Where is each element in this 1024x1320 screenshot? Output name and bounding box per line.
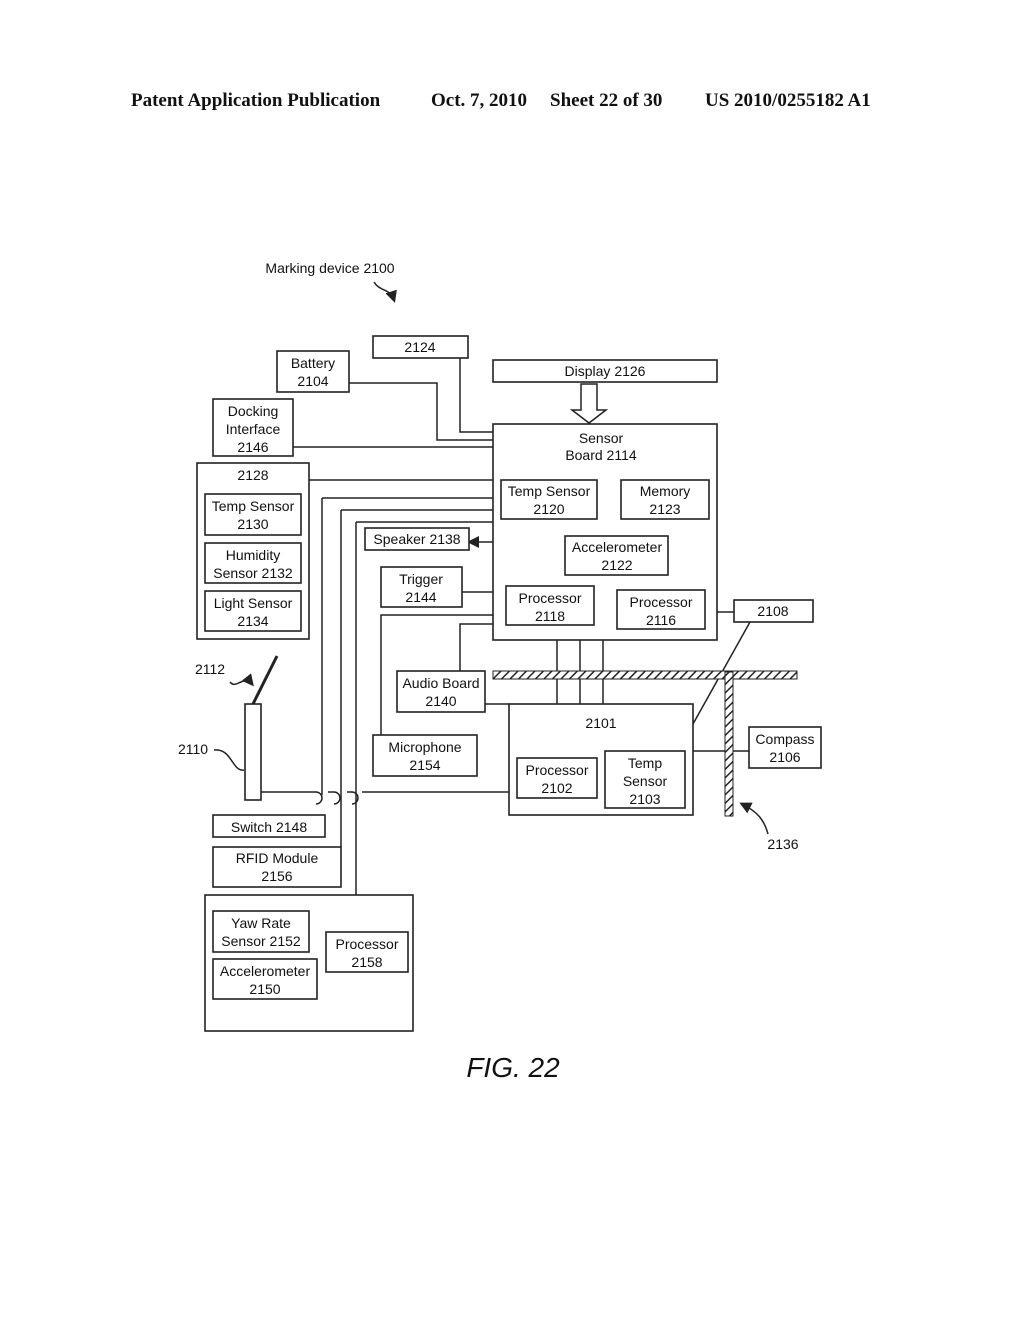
label-display: Display 2126 (565, 363, 646, 379)
frame-vertical-hatched (724, 671, 734, 817)
label-docking-line1: Docking (228, 403, 279, 419)
block-diagram: Marking device 2100 2124 Battery 2104 Di… (178, 260, 822, 1083)
label-memory-name: Memory (640, 483, 691, 499)
label-proc2118-name: Processor (518, 590, 581, 606)
label-temp2103-number: 2103 (629, 791, 660, 807)
label-2108: 2108 (757, 603, 788, 619)
label-2124: 2124 (404, 339, 435, 355)
label-proc2116-number: 2116 (646, 612, 676, 628)
label-docking-line2: Interface (226, 421, 281, 437)
label-audio-number: 2140 (425, 693, 456, 709)
label-audio-name: Audio Board (402, 675, 479, 691)
label-temp2103-line2: Sensor (623, 773, 668, 789)
label-callout-2112: 2112 (195, 661, 225, 677)
label-temp2130-number: 2130 (237, 516, 268, 532)
label-memory-number: 2123 (649, 501, 680, 517)
label-temp2103-line1: Temp (628, 755, 662, 771)
label-temp2120-name: Temp Sensor (508, 483, 591, 499)
line-2124-to-sensor-board (459, 358, 493, 433)
label-callout-2136: 2136 (767, 836, 798, 852)
label-proc2158-number: 2158 (351, 954, 382, 970)
callout-arrow-2100 (373, 281, 397, 303)
label-yaw-line1: Yaw Rate (231, 915, 291, 931)
label-accel2122-number: 2122 (601, 557, 632, 573)
label-proc2118-number: 2118 (535, 608, 565, 624)
label-speaker: Speaker 2138 (373, 531, 460, 547)
antenna-icon (251, 655, 279, 705)
display-arrow-icon (569, 383, 609, 424)
label-2101: 2101 (585, 715, 616, 731)
label-rfid-name: RFID Module (236, 850, 319, 866)
label-light-number: 2134 (237, 613, 268, 629)
label-battery-name: Battery (291, 355, 335, 371)
housing-2110 (244, 703, 262, 801)
label-marking-device: Marking device 2100 (265, 260, 394, 276)
label-microphone-number: 2154 (409, 757, 440, 773)
label-compass-name: Compass (755, 731, 814, 747)
label-docking-number: 2146 (237, 439, 268, 455)
label-callout-2110: 2110 (178, 741, 208, 757)
label-microphone-name: Microphone (388, 739, 461, 755)
label-compass-number: 2106 (769, 749, 800, 765)
callout-arrow-2112 (229, 673, 254, 687)
label-rfid-number: 2156 (261, 868, 292, 884)
figure-caption: FIG. 22 (466, 1052, 560, 1083)
label-temp2120-number: 2120 (533, 501, 564, 517)
label-sensor-board-line2: Board 2114 (565, 447, 637, 463)
label-accel2122-name: Accelerometer (572, 539, 663, 555)
line-audio-to-sensor-board (459, 623, 493, 671)
label-switch: Switch 2148 (231, 819, 307, 835)
label-humidity-line2: Sensor 2132 (213, 565, 293, 581)
line-housing-to-2101 (261, 791, 509, 805)
label-proc2158-name: Processor (335, 936, 398, 952)
label-accel2150-name: Accelerometer (220, 963, 311, 979)
label-proc2116-name: Processor (629, 594, 692, 610)
label-humidity-line1: Humidity (226, 547, 280, 563)
label-trigger-name: Trigger (399, 571, 443, 587)
frame-horizontal-hatched (492, 670, 798, 680)
label-light-name: Light Sensor (214, 595, 293, 611)
label-battery-number: 2104 (297, 373, 328, 389)
label-accel2150-number: 2150 (249, 981, 280, 997)
callout-arrow-2136 (739, 802, 769, 835)
label-proc2102-number: 2102 (541, 780, 572, 796)
callout-line-2110 (213, 749, 245, 771)
label-proc2102-name: Processor (525, 762, 588, 778)
label-group-2128: 2128 (237, 467, 268, 483)
label-trigger-number: 2144 (405, 589, 436, 605)
label-sensor-board-line1: Sensor (579, 430, 624, 446)
label-yaw-line2: Sensor 2152 (221, 933, 301, 949)
label-temp2130-name: Temp Sensor (212, 498, 295, 514)
